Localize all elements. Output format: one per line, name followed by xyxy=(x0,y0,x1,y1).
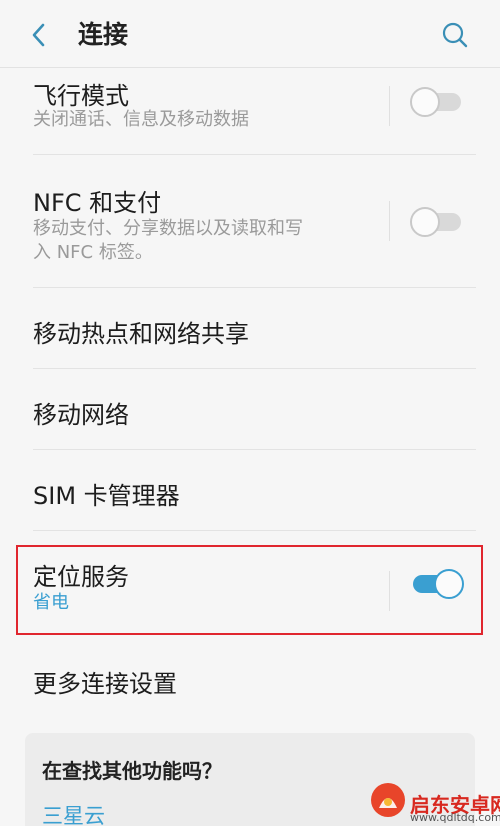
search-button[interactable] xyxy=(438,18,472,52)
airplane-mode-subtitle: 关闭通话、信息及移动数据 xyxy=(33,109,249,130)
suggestion-card-title: 在查找其他功能吗？ xyxy=(42,759,222,783)
setting-hotspot-tethering[interactable]: 移动热点和网络共享 xyxy=(0,288,500,368)
more-connections-title: 更多连接设置 xyxy=(33,670,177,698)
nfc-subtitle-line1: 移动支付、分享数据以及读取和写 xyxy=(33,218,303,239)
setting-nfc-payment[interactable]: NFC 和支付 移动支付、分享数据以及读取和写 入 NFC 标签。 xyxy=(0,155,500,287)
app-header: 连接 xyxy=(0,0,500,68)
watermark-logo-icon xyxy=(371,783,405,817)
setting-airplane-mode[interactable]: 飞行模式 关闭通话、信息及移动数据 xyxy=(0,68,500,154)
toggle-knob xyxy=(410,207,440,237)
sim-manager-title: SIM 卡管理器 xyxy=(33,482,180,510)
setting-sim-manager[interactable]: SIM 卡管理器 xyxy=(0,450,500,530)
watermark-url: www.qdltdq.com xyxy=(410,811,500,824)
page-title: 连接 xyxy=(78,20,129,49)
samsung-cloud-link[interactable]: 三星云 xyxy=(42,800,105,826)
divider xyxy=(33,530,476,531)
setting-more-connections[interactable]: 更多连接设置 xyxy=(0,640,500,720)
airplane-mode-title: 飞行模式 xyxy=(33,82,129,110)
vertical-separator xyxy=(389,86,390,126)
chevron-left-icon xyxy=(32,23,45,47)
hotspot-title: 移动热点和网络共享 xyxy=(33,320,249,348)
toggle-knob xyxy=(410,87,440,117)
suggestion-card: 在查找其他功能吗？ 三星云 xyxy=(25,733,475,826)
vertical-separator xyxy=(389,201,390,241)
back-button[interactable] xyxy=(22,18,56,52)
search-icon xyxy=(442,22,468,48)
airplane-mode-toggle[interactable] xyxy=(410,87,464,117)
highlight-box xyxy=(16,545,483,635)
nfc-title: NFC 和支付 xyxy=(33,189,162,217)
nfc-toggle[interactable] xyxy=(410,207,464,237)
setting-mobile-network[interactable]: 移动网络 xyxy=(0,369,500,449)
nfc-subtitle-line2: 入 NFC 标签。 xyxy=(33,242,153,263)
mobile-network-title: 移动网络 xyxy=(33,401,129,429)
